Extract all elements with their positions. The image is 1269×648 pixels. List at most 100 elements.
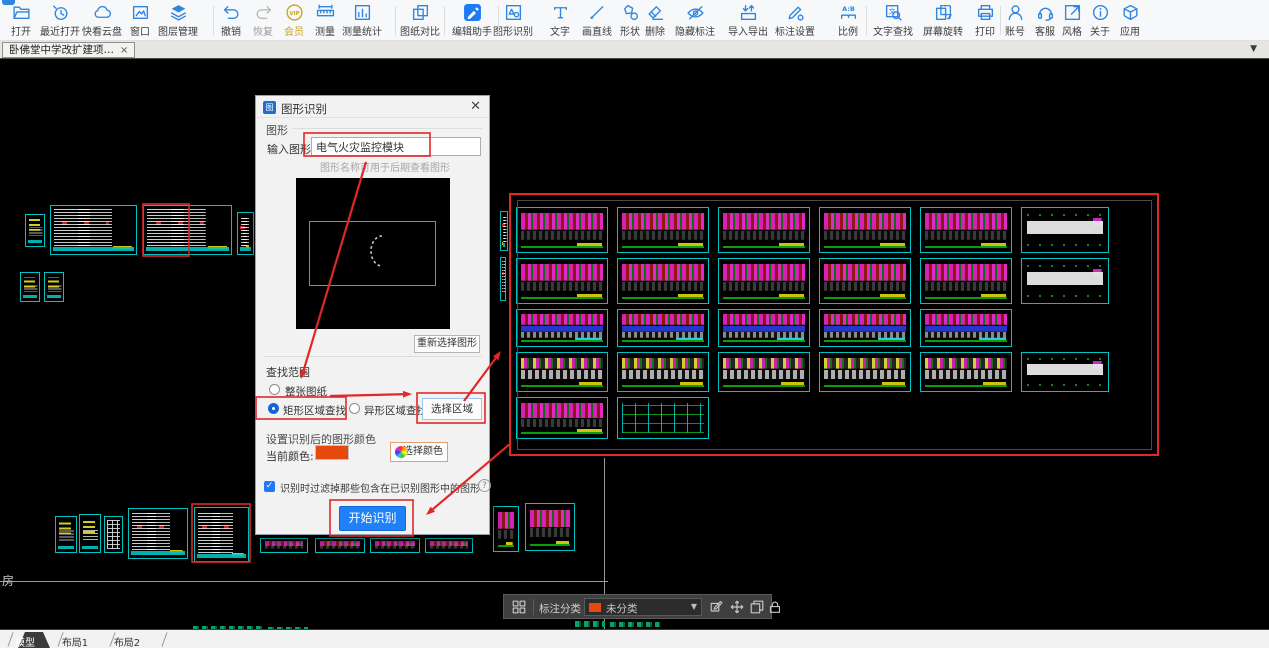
dialog-close-icon[interactable]: ✕ xyxy=(470,99,481,114)
edit-annotation-icon[interactable] xyxy=(709,599,725,615)
measure-stats-button[interactable]: 测量统计 xyxy=(334,3,390,40)
apps-button[interactable]: 应用 xyxy=(1102,3,1158,40)
drawing-thumbnail[interactable] xyxy=(493,506,519,552)
start-recognition-button[interactable]: 开始识别 xyxy=(339,506,406,531)
main-toolbar: 打开 最近打开 快看云盘 窗口 图层管理 撤销 恢复 VIP 会员 测量 测量统计 图纸对比 编辑助手图… xyxy=(0,0,1269,41)
reselect-graphic-button[interactable]: 重新选择图形 xyxy=(414,335,480,353)
document-tab-close-icon[interactable]: × xyxy=(120,45,128,56)
tab-layout2[interactable]: 布局2 xyxy=(114,632,156,648)
filter-checkbox[interactable]: ✓ xyxy=(264,481,275,492)
toolbar-divider xyxy=(498,6,499,35)
tab-model[interactable]: 模型 xyxy=(15,632,50,648)
select-area-button[interactable]: 选择区域 xyxy=(422,398,482,420)
group-divider xyxy=(264,356,482,357)
recent-open-icon xyxy=(51,3,70,22)
canvas-text: 房 xyxy=(2,574,15,588)
text-search-icon: 文 xyxy=(884,3,903,22)
drawing-thumbnail[interactable] xyxy=(237,212,254,255)
cloud-drive-icon xyxy=(93,3,112,22)
drawing-canvas[interactable]: 房 xyxy=(0,60,1269,629)
tab-layout1-label: 布局1 xyxy=(61,638,89,648)
tab-layout1[interactable]: 布局1 xyxy=(62,632,104,648)
drawing-thumbnail[interactable] xyxy=(50,205,137,255)
text-icon xyxy=(551,3,570,22)
drawing-thumbnail[interactable] xyxy=(194,507,249,562)
layer-manage-button-label: 图层管理 xyxy=(158,27,198,38)
drawing-thumbnail[interactable] xyxy=(500,211,508,251)
drawing-thumbnail[interactable] xyxy=(260,538,308,553)
drawing-thumbnail[interactable] xyxy=(143,205,232,255)
document-tab-bar: 卧佛堂中学改扩建项… × ▼ xyxy=(0,41,1269,59)
hide-annotation-button-label: 隐藏标注 xyxy=(675,27,715,38)
category-color-swatch xyxy=(589,603,601,612)
toolbar-divider xyxy=(444,6,445,35)
drawing-thumbnail[interactable] xyxy=(525,503,575,551)
text-search-button[interactable]: 文文字查找 xyxy=(865,3,921,40)
pick-color-button[interactable]: 选择颜色 xyxy=(390,442,448,462)
dialog-title: 图形识别 xyxy=(281,102,327,116)
layer-manage-button[interactable]: 图层管理 xyxy=(150,3,206,40)
irregular-area-label[interactable]: 异形区域查找 xyxy=(364,403,427,418)
import-export-icon xyxy=(739,3,758,22)
toolbar-divider xyxy=(866,6,867,35)
dialog-titlebar[interactable]: 图 图形识别 ✕ xyxy=(256,96,489,118)
drawing-thumbnail[interactable] xyxy=(500,257,506,301)
shape-recognition-dialog: 图 图形识别 ✕ 图形 输入图形名称: 图形名称可用于后期查看图形 重新选择图形… xyxy=(255,95,491,535)
text-search-button-label: 文字查找 xyxy=(873,27,913,38)
toolbar-divider xyxy=(213,6,214,35)
canvas-axis-line xyxy=(0,581,608,582)
hide-annotation-button[interactable]: 隐藏标注 xyxy=(667,3,723,40)
whole-drawing-radio[interactable] xyxy=(269,384,280,395)
grid-view-icon[interactable] xyxy=(511,599,527,615)
annotation-settings-button-label: 标注设置 xyxy=(775,27,815,38)
rect-area-radio[interactable] xyxy=(268,403,279,414)
layout-tab-bar: 模型 布局1 布局2 xyxy=(0,629,1269,648)
graphic-group-label: 图形 xyxy=(266,124,288,137)
screen-rotate-icon xyxy=(934,3,953,22)
drawing-thumbnail[interactable] xyxy=(315,538,365,553)
dropdown-caret-icon: ▼ xyxy=(690,602,697,611)
copy-annotation-icon[interactable] xyxy=(749,599,765,615)
annotation-settings-button[interactable]: 标注设置 xyxy=(767,3,823,40)
drawing-thumbnail[interactable] xyxy=(425,538,473,553)
rect-area-label[interactable]: 矩形区域查找 xyxy=(283,403,346,418)
irregular-area-radio[interactable] xyxy=(349,403,360,414)
apps-button-label: 应用 xyxy=(1120,27,1140,38)
classify-label: 标注分类 xyxy=(539,603,581,615)
drawing-compare-icon xyxy=(411,3,430,22)
drawing-compare-button[interactable]: 图纸对比 xyxy=(392,3,448,40)
drawing-thumbnail[interactable] xyxy=(25,214,45,247)
app-logo xyxy=(2,0,15,5)
search-range-label: 查找范围 xyxy=(266,366,310,379)
delete-icon xyxy=(646,3,665,22)
graphic-name-hint: 图形名称可用于后期查看图形 xyxy=(320,163,450,174)
shape-recognition-icon xyxy=(504,3,523,22)
svg-text:A:B: A:B xyxy=(842,5,855,13)
hide-annotation-icon xyxy=(686,3,705,22)
drawing-thumbnail[interactable] xyxy=(55,516,77,553)
drawing-thumbnail[interactable] xyxy=(104,516,123,553)
drawing-compare-button-label: 图纸对比 xyxy=(400,27,440,38)
annotation-settings-icon xyxy=(786,3,805,22)
collapse-toolbar-icon[interactable]: ▼ xyxy=(1250,44,1257,54)
group-divider xyxy=(292,128,482,129)
whole-drawing-label[interactable]: 整张图纸 xyxy=(285,384,327,399)
drawing-thumbnail[interactable] xyxy=(44,272,64,302)
dialog-icon: 图 xyxy=(263,101,276,114)
lock-annotation-icon[interactable] xyxy=(767,599,783,615)
move-annotation-icon[interactable] xyxy=(729,599,745,615)
graphic-name-input[interactable] xyxy=(311,137,481,156)
category-dropdown[interactable]: 未分类 ▼ xyxy=(584,598,702,616)
drawing-thumbnail[interactable] xyxy=(128,508,188,559)
document-tab[interactable]: 卧佛堂中学改扩建项… × xyxy=(2,42,136,58)
filter-checkbox-label[interactable]: 识别时过滤掉那些包含在已识别图形中的图形 xyxy=(280,480,480,495)
drawing-thumbnail[interactable] xyxy=(20,272,40,302)
tab-layout2-label: 布局2 xyxy=(113,638,141,648)
edit-assistant-icon xyxy=(463,3,482,22)
drawing-thumbnail[interactable] xyxy=(370,538,420,553)
graphic-preview xyxy=(296,178,450,329)
apps-icon xyxy=(1121,3,1140,22)
category-value: 未分类 xyxy=(606,603,638,615)
help-icon[interactable]: ? xyxy=(478,479,491,492)
drawing-thumbnail[interactable] xyxy=(79,514,101,553)
